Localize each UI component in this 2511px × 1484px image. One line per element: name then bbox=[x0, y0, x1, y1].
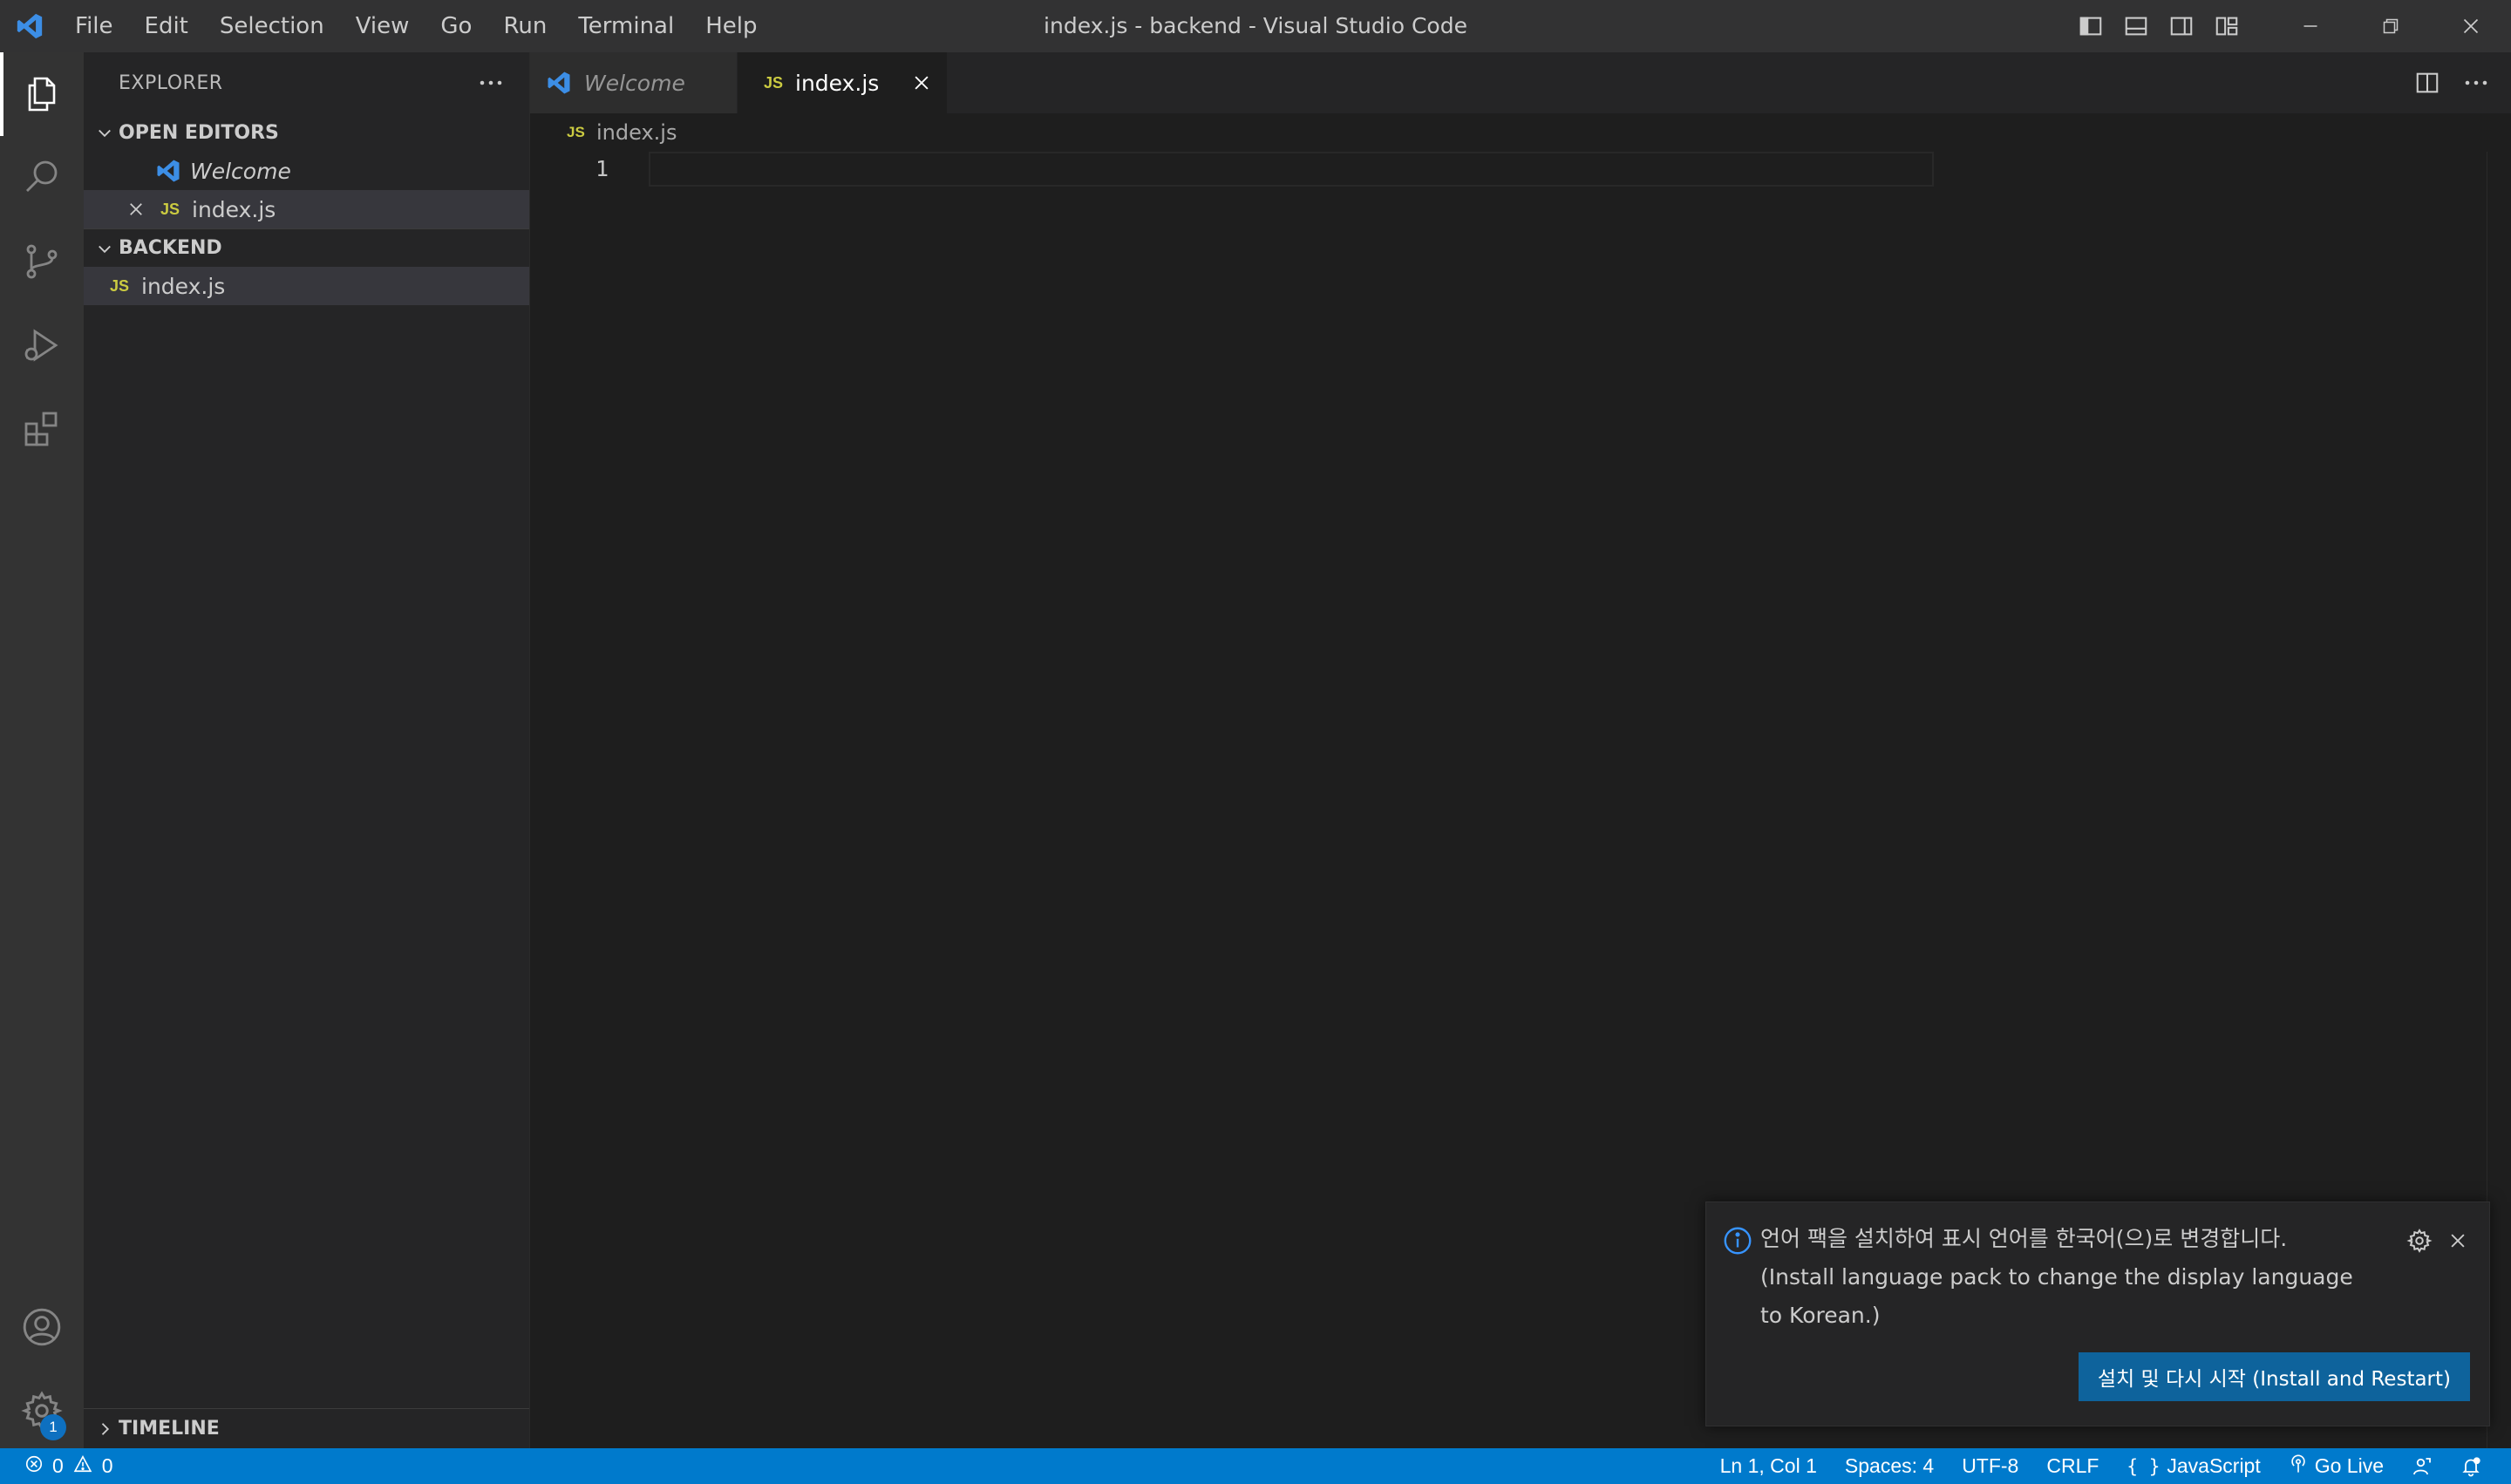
problems-indicator[interactable]: 0 0 bbox=[0, 1454, 113, 1479]
timeline-section[interactable]: TIMELINE bbox=[84, 1408, 529, 1448]
breadcrumb-file: index.js bbox=[596, 120, 677, 145]
toggle-primary-sidebar-button[interactable] bbox=[2068, 0, 2113, 52]
toggle-panel-button[interactable] bbox=[2113, 0, 2159, 52]
close-tab-icon[interactable] bbox=[908, 70, 935, 96]
tab-welcome-label: Welcome bbox=[584, 70, 685, 96]
customize-layout-button[interactable] bbox=[2204, 0, 2249, 52]
status-bar-right: Ln 1, Col 1 Spaces: 4 UTF-8 CRLF { } Jav… bbox=[1706, 1448, 2495, 1484]
menu-run[interactable]: Run bbox=[487, 0, 562, 52]
explorer-header: EXPLORER bbox=[84, 52, 529, 113]
settings-badge: 1 bbox=[40, 1414, 66, 1440]
info-icon bbox=[1722, 1225, 1753, 1256]
menu-view[interactable]: View bbox=[340, 0, 425, 52]
backend-folder-section[interactable]: BACKEND bbox=[84, 228, 529, 267]
braces-icon: { } bbox=[2127, 1455, 2161, 1477]
notifications-bell-icon[interactable] bbox=[2446, 1448, 2495, 1484]
encoding[interactable]: UTF-8 bbox=[1948, 1448, 2032, 1484]
run-debug-icon[interactable] bbox=[0, 303, 84, 387]
cursor-position[interactable]: Ln 1, Col 1 bbox=[1706, 1448, 1831, 1484]
js-file-icon: JS bbox=[764, 73, 784, 92]
chevron-right-icon bbox=[91, 1410, 119, 1448]
tab-welcome[interactable]: Welcome bbox=[530, 52, 738, 113]
language-mode[interactable]: { } JavaScript bbox=[2113, 1448, 2274, 1484]
activity-bar: 1 bbox=[0, 52, 84, 1448]
extensions-icon[interactable] bbox=[0, 387, 84, 471]
error-icon bbox=[24, 1454, 44, 1479]
restore-button[interactable] bbox=[2351, 0, 2431, 52]
chevron-down-icon bbox=[91, 229, 119, 268]
vscode-icon bbox=[155, 158, 190, 184]
backend-folder-label: BACKEND bbox=[119, 237, 222, 259]
chevron-down-icon bbox=[91, 113, 119, 152]
open-editors-label: OPEN EDITORS bbox=[119, 121, 279, 144]
more-actions-icon[interactable] bbox=[2459, 65, 2494, 100]
js-file-icon: JS bbox=[567, 124, 585, 140]
menu-help[interactable]: Help bbox=[690, 0, 772, 52]
error-count: 0 bbox=[52, 1454, 64, 1477]
indentation[interactable]: Spaces: 4 bbox=[1831, 1448, 1948, 1484]
open-editor-welcome-label: Welcome bbox=[190, 158, 291, 184]
minimize-button[interactable] bbox=[2270, 0, 2351, 52]
js-file-icon: JS bbox=[160, 200, 180, 218]
js-file-icon: JS bbox=[110, 276, 130, 295]
source-control-icon[interactable] bbox=[0, 220, 84, 303]
current-line-highlight bbox=[649, 152, 1934, 187]
menu-edit[interactable]: Edit bbox=[129, 0, 204, 52]
open-editors-section[interactable]: OPEN EDITORS bbox=[84, 113, 529, 152]
search-icon[interactable] bbox=[0, 136, 84, 220]
explorer-icon[interactable] bbox=[0, 52, 84, 136]
editor-actions bbox=[2410, 52, 2494, 113]
file-index-js-label: index.js bbox=[141, 273, 226, 299]
close-window-button[interactable] bbox=[2431, 0, 2511, 52]
explorer-sidebar: EXPLORER OPEN EDITORS Welcome JS index.j… bbox=[84, 52, 530, 1448]
menu-file[interactable]: File bbox=[59, 0, 129, 52]
notification-message-english: (Install language pack to change the dis… bbox=[1760, 1264, 2353, 1328]
install-and-restart-button[interactable]: 설치 및 다시 시작 (Install and Restart) bbox=[2078, 1352, 2470, 1401]
language-pack-notification: 언어 팩을 설치하여 표시 언어를 한국어(으)로 변경합니다. (Instal… bbox=[1705, 1201, 2490, 1426]
toggle-secondary-sidebar-button[interactable] bbox=[2159, 0, 2204, 52]
vscode-logo-icon bbox=[0, 0, 59, 52]
accounts-icon[interactable] bbox=[0, 1285, 84, 1369]
breadcrumb[interactable]: JS index.js bbox=[530, 113, 677, 152]
warning-count: 0 bbox=[101, 1454, 113, 1477]
line-number: 1 bbox=[595, 156, 609, 181]
split-editor-icon[interactable] bbox=[2410, 65, 2445, 100]
end-of-line[interactable]: CRLF bbox=[2032, 1448, 2113, 1484]
file-index-js[interactable]: JS index.js bbox=[84, 267, 529, 305]
notification-settings-gear-icon[interactable] bbox=[2404, 1225, 2435, 1256]
menu-selection[interactable]: Selection bbox=[204, 0, 340, 52]
broadcast-icon bbox=[2289, 1454, 2308, 1479]
menu-bar: File Edit Selection View Go Run Terminal… bbox=[59, 0, 773, 52]
explorer-title: EXPLORER bbox=[119, 71, 223, 94]
tab-index-js-label: index.js bbox=[795, 70, 880, 96]
manage-gear-icon[interactable]: 1 bbox=[0, 1369, 84, 1453]
notification-message: 언어 팩을 설치하여 표시 언어를 한국어(으)로 변경합니다. (Instal… bbox=[1760, 1220, 2371, 1335]
close-editor-icon[interactable] bbox=[127, 201, 160, 218]
menu-go[interactable]: Go bbox=[425, 0, 487, 52]
tab-index-js[interactable]: JS index.js bbox=[738, 52, 947, 113]
vertical-scrollbar[interactable] bbox=[2487, 152, 2511, 1448]
timeline-label: TIMELINE bbox=[119, 1418, 220, 1440]
notification-close-icon[interactable] bbox=[2442, 1225, 2474, 1256]
notification-message-korean: 언어 팩을 설치하여 표시 언어를 한국어(으)로 변경합니다. bbox=[1760, 1226, 2288, 1251]
editor-tabs: Welcome JS index.js bbox=[530, 52, 2511, 113]
title-controls bbox=[2068, 0, 2511, 52]
open-editor-index-js[interactable]: JS index.js bbox=[84, 190, 529, 228]
status-bar: 0 0 Ln 1, Col 1 Spaces: 4 UTF-8 CRLF { }… bbox=[0, 1448, 2511, 1484]
vscode-icon bbox=[546, 70, 584, 96]
title-bar: File Edit Selection View Go Run Terminal… bbox=[0, 0, 2511, 52]
feedback-icon[interactable] bbox=[2398, 1448, 2446, 1484]
menu-terminal[interactable]: Terminal bbox=[562, 0, 690, 52]
go-live-button[interactable]: Go Live bbox=[2275, 1448, 2398, 1484]
language-mode-label: JavaScript bbox=[2167, 1454, 2261, 1477]
warning-icon bbox=[72, 1454, 93, 1479]
open-editor-index-js-label: index.js bbox=[192, 196, 276, 222]
go-live-label: Go Live bbox=[2314, 1454, 2384, 1477]
more-actions-icon[interactable] bbox=[473, 70, 508, 96]
open-editor-welcome[interactable]: Welcome bbox=[84, 152, 529, 190]
